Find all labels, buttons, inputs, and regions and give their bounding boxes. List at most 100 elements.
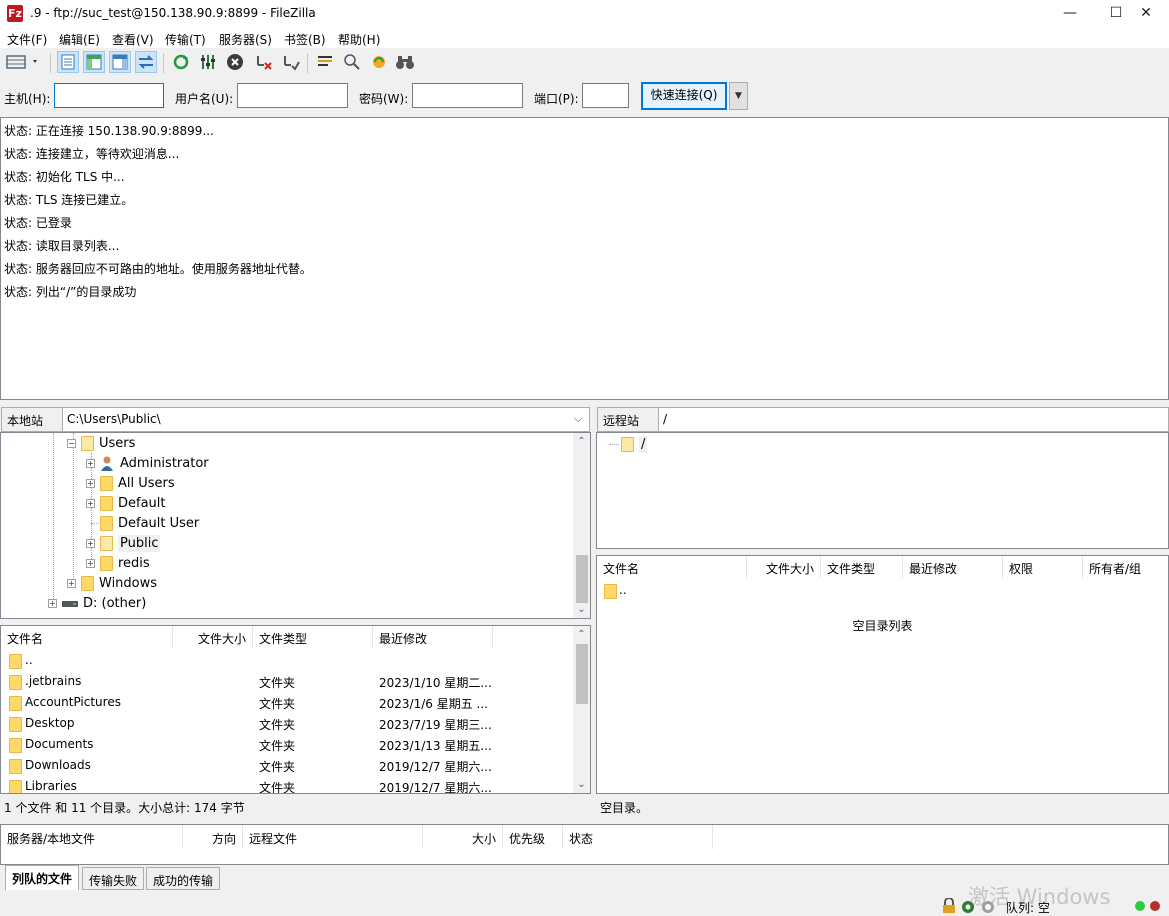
site-manager-icon[interactable] — [4, 51, 42, 73]
col-permissions[interactable]: 权限 — [1003, 556, 1083, 578]
led-red-icon — [1150, 901, 1160, 911]
file-row[interactable]: AccountPictures 文件夹 2023/1/6 星期五 ... — [1, 692, 571, 713]
expand-icon[interactable]: + — [86, 498, 95, 508]
reconnect-icon[interactable] — [280, 51, 302, 73]
col-modified[interactable]: 最近修改 — [373, 626, 493, 648]
menu-bar: 文件(F) 编辑(E) 查看(V) 传输(T) 服务器(S) 书签(B) 帮助(… — [0, 28, 1169, 48]
tree-item-windows[interactable]: + Windows — [67, 573, 157, 593]
local-tree-scrollbar[interactable]: ⌃ ⌄ — [573, 433, 590, 618]
local-directory-tree[interactable]: − Users + Administrator + All Users + De… — [0, 432, 591, 619]
queue-col-status[interactable]: 状态 — [563, 825, 713, 849]
disconnect-icon[interactable] — [253, 51, 275, 73]
col-filesize[interactable]: 文件大小 — [173, 626, 253, 648]
tree-item-root[interactable]: / — [621, 434, 648, 454]
tab-failed-transfers[interactable]: 传输失败 — [82, 867, 145, 890]
menu-bookmarks[interactable]: 书签(B) — [284, 31, 326, 48]
file-row[interactable]: .. — [597, 580, 1167, 601]
log-line: 状态: 服务器回应不可路由的地址。使用服务器地址代替。 — [4, 262, 312, 276]
remote-directory-tree[interactable]: / — [596, 432, 1169, 549]
expand-icon[interactable]: + — [86, 478, 95, 488]
host-input[interactable] — [54, 83, 164, 108]
tree-item-default[interactable]: + Default — [86, 493, 166, 513]
tree-item-administrator[interactable]: + Administrator — [86, 453, 209, 473]
tree-item-d-drive[interactable]: + D: (other) — [48, 593, 146, 613]
menu-view[interactable]: 查看(V) — [112, 31, 154, 48]
col-owner-group[interactable]: 所有者/组 — [1083, 556, 1168, 578]
refresh-icon[interactable] — [170, 51, 192, 73]
menu-help[interactable]: 帮助(H) — [338, 31, 380, 48]
col-filesize[interactable]: 文件大小 — [747, 556, 821, 578]
drive-icon — [62, 601, 78, 607]
local-status-text: 1 个文件 和 11 个目录。大小总计: 174 字节 — [4, 801, 245, 815]
folder-icon — [9, 780, 22, 793]
file-row[interactable]: Downloads 文件夹 2019/12/7 星期六... — [1, 755, 571, 776]
transfer-queue[interactable]: 服务器/本地文件 方向 远程文件 大小 优先级 状态 — [0, 824, 1169, 865]
expand-icon[interactable]: + — [48, 598, 57, 608]
folder-open-icon — [621, 436, 634, 452]
toggle-log-icon[interactable] — [57, 51, 79, 73]
message-log[interactable]: 状态: 正在连接 150.138.90.9:8899... 状态: 连接建立，等… — [0, 117, 1169, 400]
username-input[interactable] — [237, 83, 348, 108]
menu-transfer[interactable]: 传输(T) — [165, 31, 206, 48]
tree-item-public[interactable]: + Public — [86, 533, 161, 553]
tree-item-redis[interactable]: + redis — [86, 553, 150, 573]
menu-edit[interactable]: 编辑(E) — [59, 31, 100, 48]
log-line: 状态: 连接建立，等待欢迎消息... — [4, 147, 180, 161]
col-filetype[interactable]: 文件类型 — [253, 626, 373, 648]
file-row[interactable]: Documents 文件夹 2023/1/13 星期五... — [1, 734, 571, 755]
expand-icon[interactable]: + — [86, 458, 95, 468]
quickconnect-dropdown-button[interactable]: ▼ — [729, 82, 748, 110]
host-label: 主机(H): — [4, 92, 51, 106]
quickconnect-button[interactable]: 快速连接(Q) — [641, 82, 727, 110]
local-site-label: 本地站点: — [1, 407, 63, 445]
port-input[interactable] — [582, 83, 629, 108]
queue-col-size[interactable]: 大小 — [423, 825, 503, 849]
tree-item-users[interactable]: − Users — [67, 433, 135, 453]
password-input[interactable] — [412, 83, 523, 108]
file-row[interactable]: .jetbrains 文件夹 2023/1/10 星期二... — [1, 671, 571, 692]
tab-successful-transfers[interactable]: 成功的传输 — [146, 867, 221, 890]
sync-browse-icon[interactable] — [368, 51, 390, 73]
binoculars-icon[interactable] — [394, 51, 416, 73]
process-queue-icon[interactable] — [197, 51, 219, 73]
col-filetype[interactable]: 文件类型 — [821, 556, 903, 578]
toggle-queue-icon[interactable] — [135, 51, 157, 73]
toggle-local-tree-icon[interactable] — [83, 51, 105, 73]
toolbar — [0, 48, 1169, 78]
expand-icon[interactable]: + — [67, 578, 76, 588]
folder-icon — [100, 515, 113, 531]
col-modified[interactable]: 最近修改 — [903, 556, 1003, 578]
local-list-scrollbar[interactable]: ⌃ ⌄ — [573, 626, 590, 793]
remote-file-list[interactable]: 文件名 ⌃ 文件大小 文件类型 最近修改 权限 所有者/组 .. 空目录列表 — [596, 555, 1169, 794]
queue-col-server-local[interactable]: 服务器/本地文件 — [1, 825, 183, 849]
chevron-down-icon[interactable]: ⌵ — [574, 412, 582, 426]
file-row[interactable]: .. — [1, 650, 571, 671]
menu-server[interactable]: 服务器(S) — [219, 31, 272, 48]
queue-col-priority[interactable]: 优先级 — [503, 825, 563, 849]
filter-icon — [982, 901, 994, 913]
search-icon[interactable] — [341, 51, 363, 73]
close-button[interactable]: ✕ — [1123, 0, 1169, 28]
file-row[interactable]: Desktop 文件夹 2023/7/19 星期三... — [1, 713, 571, 734]
expand-icon[interactable]: + — [86, 538, 95, 548]
collapse-icon[interactable]: − — [67, 438, 76, 448]
tree-item-all-users[interactable]: + All Users — [86, 473, 175, 493]
file-row[interactable]: Libraries 文件夹 2019/12/7 星期六... — [1, 776, 571, 793]
remote-path-input[interactable]: / — [658, 407, 1169, 432]
folder-icon — [9, 717, 22, 732]
local-path-combobox[interactable]: C:\Users\Public\ — [62, 407, 590, 432]
sort-ascending-icon: ⌃ — [669, 555, 678, 563]
folder-open-icon — [81, 435, 94, 451]
menu-file[interactable]: 文件(F) — [7, 31, 47, 48]
tab-queued-files[interactable]: 列队的文件 — [5, 865, 80, 890]
folder-icon — [9, 675, 22, 690]
tree-item-default-user[interactable]: Default User — [100, 513, 199, 533]
directory-filter-icon[interactable] — [314, 51, 336, 73]
cancel-operation-icon[interactable] — [224, 51, 246, 73]
minimize-button[interactable]: — — [1047, 0, 1093, 28]
toggle-remote-tree-icon[interactable] — [109, 51, 131, 73]
expand-icon[interactable]: + — [86, 558, 95, 568]
queue-col-direction[interactable]: 方向 — [183, 825, 243, 849]
local-file-list[interactable]: 文件名 ⌃ 文件大小 文件类型 最近修改 .. .jetbrains 文件夹 2… — [0, 625, 591, 794]
queue-col-remote-file[interactable]: 远程文件 — [243, 825, 423, 849]
